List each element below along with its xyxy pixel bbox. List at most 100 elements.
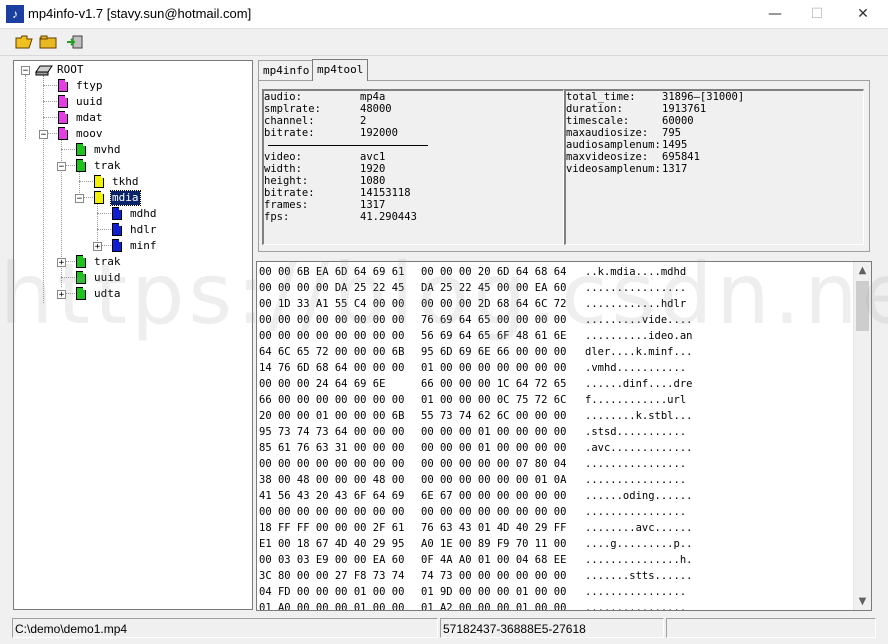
tab-mp4info[interactable]: mp4info [258,60,315,80]
hex-bytes: 64 6C 65 72 00 00 00 6B [259,346,405,358]
tree-node-label: tkhd [112,175,139,188]
atom-icon [76,159,86,172]
maximize-button[interactable]: ☐ [794,0,840,28]
atom-icon [76,255,86,268]
hex-bytes: 00 00 00 2D 68 64 6C 72 [421,298,567,310]
open-folder-icon [39,35,57,49]
collapse-toggle[interactable]: − [75,194,84,204]
atom-tree[interactable]: − ROOT ftyp uuid mdat − moov mvhd − trak [13,60,253,610]
exit-icon [67,35,83,49]
tree-node-label: mvhd [94,143,121,156]
open-file-button[interactable] [13,31,35,53]
tree-node-label: mdhd [130,207,157,220]
hex-bytes: 00 00 00 01 00 00 00 00 [421,426,567,438]
hex-bytes: 66 00 00 00 1C 64 72 65 [421,378,567,390]
tree-node-label: udta [94,287,121,300]
atom-icon [58,79,68,92]
hex-ascii: ................ [585,282,687,294]
hex-ascii: f............url [585,394,687,406]
hex-ascii: ................ [585,474,687,486]
expand-toggle[interactable]: + [57,290,66,300]
hex-bytes: 00 1D 33 A1 55 C4 00 00 [259,298,405,310]
status-file-path: C:\demo\demo1.mp4 [12,618,438,638]
hex-ascii: ......oding...... [585,490,693,502]
hex-ascii: ....g.........p.. [585,538,693,550]
drive-icon [35,65,53,76]
window-title: mp4info-v1.7 [stavy.sun@hotmail.com] [28,6,252,21]
hex-bytes: 20 00 00 01 00 00 00 6B [259,410,405,422]
hex-bytes: 00 00 6B EA 6D 64 69 61 [259,266,405,278]
hex-ascii: dler....k.minf... [585,346,693,358]
hex-bytes: 41 56 43 20 43 6F 64 69 [259,490,405,502]
hex-view[interactable]: 00 00 6B EA 6D 64 69 61 00 00 00 20 6D 64… [256,261,872,611]
hex-bytes: 85 61 76 63 31 00 00 00 [259,442,405,454]
hex-ascii: ......dinf....dre [585,378,693,390]
hex-ascii: ..........ideo.an [585,330,693,342]
atom-icon [112,239,122,252]
tab-mp4tool[interactable]: mp4tool [312,59,369,81]
hex-bytes: 00 00 00 24 64 69 6E [259,378,386,390]
tree-node-label: mdat [76,111,103,124]
app-icon: ♪ [6,5,24,23]
hex-bytes: 00 00 00 00 00 07 80 04 [421,458,567,470]
hex-ascii: .stsd........... [585,426,687,438]
hex-bytes: 00 00 00 00 00 00 00 00 [259,330,405,342]
hex-bytes: 01 9D 00 00 00 01 00 00 [421,586,567,598]
hex-bytes: 55 73 74 62 6C 00 00 00 [421,410,567,422]
status-extra [666,618,876,638]
collapse-toggle[interactable]: − [57,162,66,172]
hex-bytes: 3C 80 00 00 27 F8 73 74 [259,570,405,582]
expand-toggle[interactable]: + [93,242,102,252]
hex-bytes: 38 00 48 00 00 00 48 00 [259,474,405,486]
hex-ascii: ................ [585,506,687,518]
vertical-scrollbar[interactable]: ▲ ▼ [853,262,871,610]
hex-bytes: 01 00 00 00 00 00 00 00 [421,362,567,374]
hex-bytes: 18 FF FF 00 00 00 2F 61 [259,522,405,534]
hex-bytes: 74 73 00 00 00 00 00 00 [421,570,567,582]
atom-icon [94,191,104,204]
expand-toggle[interactable]: + [57,258,66,268]
hex-ascii: ...............h. [585,554,693,566]
hex-ascii: ..k.mdia....mdhd [585,266,687,278]
collapse-toggle[interactable]: − [21,66,30,76]
atom-icon [112,223,122,236]
hex-bytes: 00 00 00 00 00 00 00 00 [259,458,405,470]
hex-ascii: ................ [585,586,687,598]
exit-button[interactable] [64,31,86,53]
tree-node-label: uuid [94,271,121,284]
collapse-toggle[interactable]: − [39,130,48,140]
scroll-down-icon[interactable]: ▼ [854,593,871,610]
scroll-thumb[interactable] [856,281,869,331]
atom-icon [76,271,86,284]
hex-bytes: 14 76 6D 68 64 00 00 00 [259,362,405,374]
hex-bytes: 66 00 00 00 00 00 00 00 [259,394,405,406]
hex-ascii: .vmhd........... [585,362,687,374]
tree-node-label: minf [130,239,157,252]
hex-ascii: ............hdlr [585,298,687,310]
timing-info-box: total_time: 31896—[31000] duration: 191376… [564,89,864,245]
open-file-icon [15,35,33,49]
hex-ascii: ........k.stbl... [585,410,693,422]
atom-icon [58,95,68,108]
tree-node-label: trak [94,159,121,172]
hex-bytes: 00 00 00 00 00 00 00 00 [421,506,567,518]
hex-ascii: ................ [585,602,687,611]
separator [268,145,428,146]
hex-ascii: .........vide.... [585,314,693,326]
hex-bytes: 01 A2 00 00 00 01 00 00 [421,602,567,611]
tree-node-label: trak [94,255,121,268]
status-bar: C:\demo\demo1.mp4 57182437-36888E5-27618 [0,616,888,644]
hex-bytes: 04 FD 00 00 00 01 00 00 [259,586,405,598]
hex-bytes: 00 00 00 00 00 00 01 0A [421,474,567,486]
hex-bytes: 76 69 64 65 00 00 00 00 [421,314,567,326]
minimize-button[interactable]: — [752,0,798,28]
scroll-up-icon[interactable]: ▲ [854,262,871,279]
hex-bytes: 95 6D 69 6E 66 00 00 00 [421,346,567,358]
open-folder-button[interactable] [37,31,59,53]
hex-bytes: 6E 67 00 00 00 00 00 00 [421,490,567,502]
toolbar [0,29,888,56]
close-button[interactable]: ✕ [840,0,886,28]
hex-bytes: 00 00 00 00 00 00 00 00 [259,506,405,518]
hex-bytes: 00 00 00 00 00 00 00 00 [259,314,405,326]
hex-bytes: E1 00 18 67 4D 40 29 95 [259,538,405,550]
